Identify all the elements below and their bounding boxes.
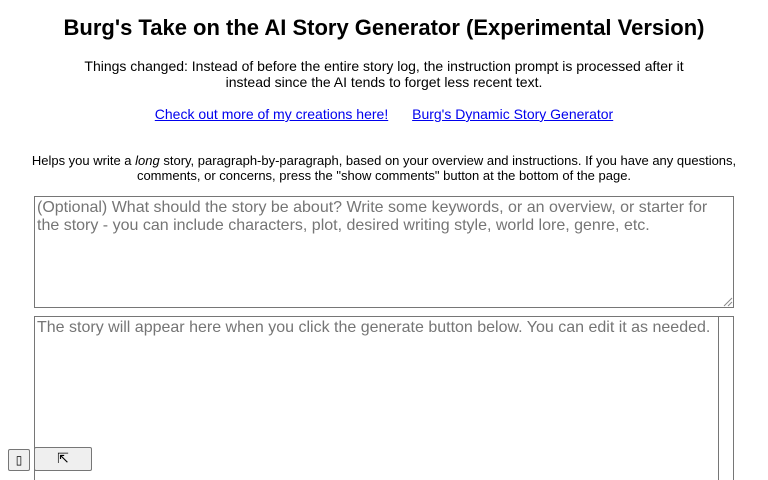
story-output-container	[34, 316, 734, 480]
story-scrollbar[interactable]	[719, 317, 733, 480]
page-title: Burg's Take on the AI Story Generator (E…	[63, 15, 705, 40]
page: Burg's Take on the AI Story Generator (E…	[0, 0, 768, 480]
story-output[interactable]	[35, 317, 719, 480]
links-row: Check out more of my creations here! Bur…	[0, 106, 768, 122]
scroll-to-top-button[interactable]: ⇱	[34, 447, 92, 471]
creations-link[interactable]: Check out more of my creations here!	[155, 106, 388, 122]
overview-input[interactable]	[34, 196, 734, 308]
intro-text-emphasis: long	[135, 153, 160, 168]
dynamic-story-generator-link[interactable]: Burg's Dynamic Story Generator	[412, 106, 613, 122]
intro-text-before: Helps you write a	[31, 153, 136, 168]
intro-text: Helps you write a long story, paragraph-…	[8, 153, 760, 183]
intro-text-after: story, paragraph-by-paragraph, based on …	[136, 153, 737, 183]
small-toggle-button[interactable]: ▯	[8, 449, 30, 471]
changes-note: Things changed: Instead of before the en…	[84, 58, 684, 90]
